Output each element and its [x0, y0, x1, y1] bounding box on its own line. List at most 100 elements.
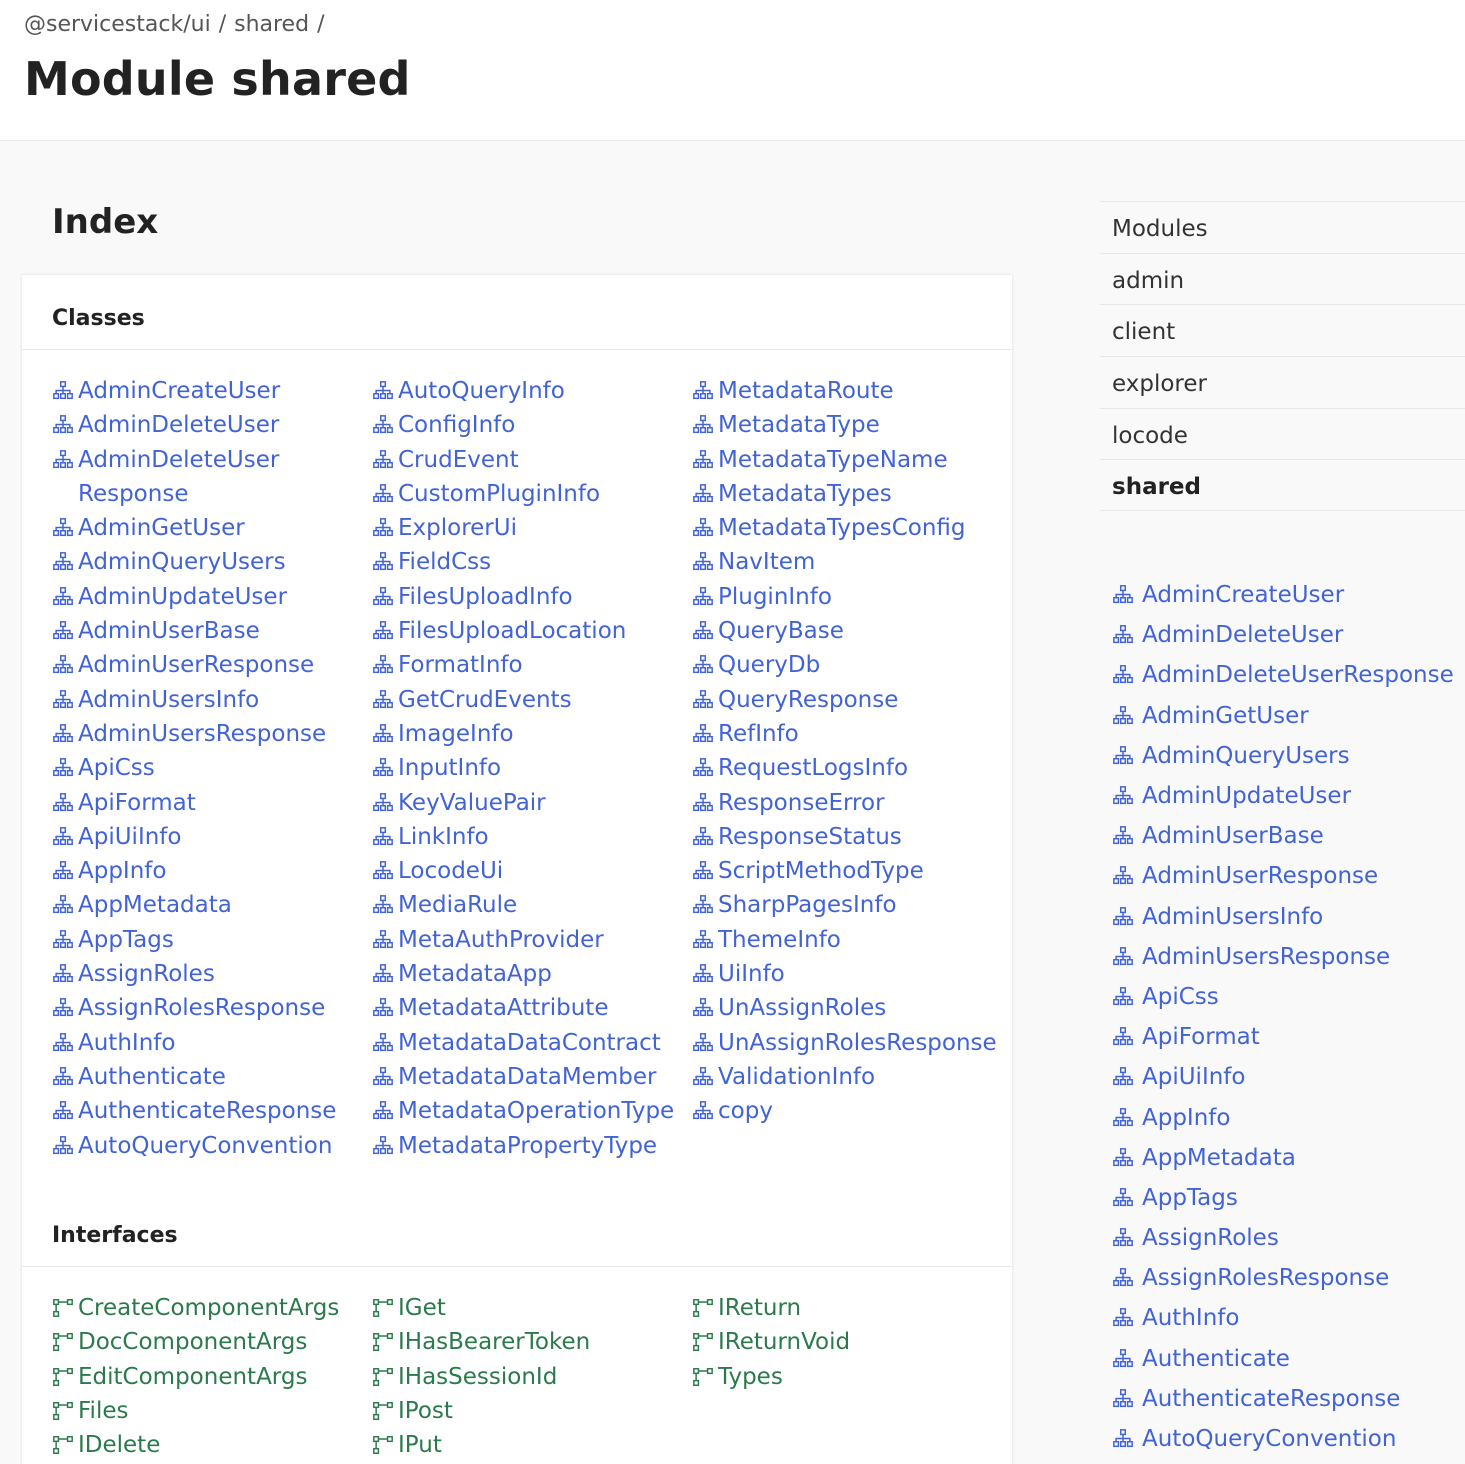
class-link-filesuploadinfo[interactable]: FilesUploadInfo — [372, 580, 682, 614]
class-link-uiinfo[interactable]: UiInfo — [692, 957, 1002, 991]
interface-link-doccomponentargs[interactable]: DocComponentArgs — [52, 1325, 362, 1359]
class-link-adminuserbase[interactable]: AdminUserBase — [52, 614, 362, 648]
class-link-requestlogsinfo[interactable]: RequestLogsInfo — [692, 751, 1002, 785]
sidebar-class-link-authenticate[interactable]: Authenticate — [1112, 1339, 1465, 1379]
class-link-filesuploadlocation[interactable]: FilesUploadLocation — [372, 614, 682, 648]
class-link-metadatadatacontract[interactable]: MetadataDataContract — [372, 1026, 682, 1060]
class-link-metadatatypes[interactable]: MetadataTypes — [692, 477, 1002, 511]
class-link-apicss[interactable]: ApiCss — [52, 751, 362, 785]
class-link-crudevent[interactable]: CrudEvent — [372, 443, 682, 477]
class-link-linkinfo[interactable]: LinkInfo — [372, 820, 682, 854]
breadcrumb-link-package[interactable]: @servicestack/ui — [24, 12, 211, 37]
class-link-formatinfo[interactable]: FormatInfo — [372, 648, 682, 682]
class-link-metaauthprovider[interactable]: MetaAuthProvider — [372, 923, 682, 957]
class-link-responsestatus[interactable]: ResponseStatus — [692, 820, 1002, 854]
class-link-navitem[interactable]: NavItem — [692, 545, 1002, 579]
interface-link-createcomponentargs[interactable]: CreateComponentArgs — [52, 1291, 362, 1325]
class-link-sharppagesinfo[interactable]: SharpPagesInfo — [692, 888, 1002, 922]
modules-nav-item-shared[interactable]: shared — [1100, 459, 1465, 512]
class-link-autoqueryinfo[interactable]: AutoQueryInfo — [372, 374, 682, 408]
class-link-validationinfo[interactable]: ValidationInfo — [692, 1060, 1002, 1094]
sidebar-class-link-autoqueryconvention[interactable]: AutoQueryConvention — [1112, 1419, 1465, 1459]
modules-nav-item-client[interactable]: client — [1100, 304, 1465, 356]
class-link-imageinfo[interactable]: ImageInfo — [372, 717, 682, 751]
class-link-authenticate[interactable]: Authenticate — [52, 1060, 362, 1094]
sidebar-class-link-apicss[interactable]: ApiCss — [1112, 977, 1465, 1017]
interface-link-editcomponentargs[interactable]: EditComponentArgs — [52, 1360, 362, 1394]
class-link-apiuiinfo[interactable]: ApiUiInfo — [52, 820, 362, 854]
class-link-autoqueryconvention[interactable]: AutoQueryConvention — [52, 1129, 362, 1163]
modules-nav-item-modules[interactable]: Modules — [1100, 201, 1465, 253]
class-link-getcrudevents[interactable]: GetCrudEvents — [372, 683, 682, 717]
sidebar-class-link-admincreateuser[interactable]: AdminCreateUser — [1112, 575, 1465, 615]
class-link-admincreateuser[interactable]: AdminCreateUser — [52, 374, 362, 408]
class-link-themeinfo[interactable]: ThemeInfo — [692, 923, 1002, 957]
class-link-metadataapp[interactable]: MetadataApp — [372, 957, 682, 991]
sidebar-class-link-admingetuser[interactable]: AdminGetUser — [1112, 696, 1465, 736]
interface-link-ipost[interactable]: IPost — [372, 1394, 682, 1428]
modules-nav-item-admin[interactable]: admin — [1100, 252, 1465, 305]
interface-link-ihasbearertoken[interactable]: IHasBearerToken — [372, 1325, 682, 1359]
class-link-metadataoperationtype[interactable]: MetadataOperationType — [372, 1094, 682, 1128]
class-link-unassignroles[interactable]: UnAssignRoles — [692, 991, 1002, 1025]
class-link-locodeui[interactable]: LocodeUi — [372, 854, 682, 888]
class-link-scriptmethodtype[interactable]: ScriptMethodType — [692, 854, 1002, 888]
sidebar-class-link-assignrolesresponse[interactable]: AssignRolesResponse — [1112, 1258, 1465, 1298]
sidebar-class-link-admindeleteuserresponse[interactable]: AdminDeleteUserResponse — [1112, 655, 1465, 695]
sidebar-class-link-adminusersinfo[interactable]: AdminUsersInfo — [1112, 897, 1465, 937]
class-link-responseerror[interactable]: ResponseError — [692, 786, 1002, 820]
class-link-fieldcss[interactable]: FieldCss — [372, 545, 682, 579]
breadcrumb-link-module[interactable]: shared — [234, 12, 309, 37]
class-link-assignroles[interactable]: AssignRoles — [52, 957, 362, 991]
class-link-adminuserresponse[interactable]: AdminUserResponse — [52, 648, 362, 682]
class-link-adminqueryusers[interactable]: AdminQueryUsers — [52, 545, 362, 579]
class-link-appmetadata[interactable]: AppMetadata — [52, 888, 362, 922]
class-link-metadatatypename[interactable]: MetadataTypeName — [692, 443, 1002, 477]
class-link-metadataattribute[interactable]: MetadataAttribute — [372, 991, 682, 1025]
class-link-refinfo[interactable]: RefInfo — [692, 717, 1002, 751]
sidebar-class-link-adminusersresponse[interactable]: AdminUsersResponse — [1112, 937, 1465, 977]
interface-link-iput[interactable]: IPut — [372, 1428, 682, 1462]
sidebar-class-link-adminuserbase[interactable]: AdminUserBase — [1112, 816, 1465, 856]
sidebar-class-link-apptags[interactable]: AppTags — [1112, 1178, 1465, 1218]
sidebar-class-link-authinfo[interactable]: AuthInfo — [1112, 1298, 1465, 1338]
class-link-configinfo[interactable]: ConfigInfo — [372, 408, 682, 442]
class-link-assignrolesresponse[interactable]: AssignRolesResponse — [52, 991, 362, 1025]
class-link-adminusersresponse[interactable]: AdminUsersResponse — [52, 717, 362, 751]
sidebar-class-link-appinfo[interactable]: AppInfo — [1112, 1097, 1465, 1137]
sidebar-class-link-admindeleteuser[interactable]: AdminDeleteUser — [1112, 615, 1465, 655]
class-link-unassignrolesresponse[interactable]: UnAssignRolesResponse — [692, 1026, 1002, 1060]
class-link-copy[interactable]: copy — [692, 1094, 1002, 1128]
class-link-authenticateresponse[interactable]: AuthenticateResponse — [52, 1094, 362, 1128]
modules-nav-item-locode[interactable]: locode — [1100, 407, 1465, 460]
sidebar-class-link-assignroles[interactable]: AssignRoles — [1112, 1218, 1465, 1258]
class-link-metadatadatamember[interactable]: MetadataDataMember — [372, 1060, 682, 1094]
class-link-queryresponse[interactable]: QueryResponse — [692, 683, 1002, 717]
class-link-querydb[interactable]: QueryDb — [692, 648, 1002, 682]
interface-link-iget[interactable]: IGet — [372, 1291, 682, 1325]
modules-nav-item-explorer[interactable]: explorer — [1100, 356, 1465, 408]
sidebar-class-link-adminqueryusers[interactable]: AdminQueryUsers — [1112, 736, 1465, 776]
class-link-admingetuser[interactable]: AdminGetUser — [52, 511, 362, 545]
interface-link-ireturn[interactable]: IReturn — [692, 1291, 1002, 1325]
class-link-metadataroute[interactable]: MetadataRoute — [692, 374, 1002, 408]
class-link-adminupdateuser[interactable]: AdminUpdateUser — [52, 580, 362, 614]
sidebar-class-link-adminuserresponse[interactable]: AdminUserResponse — [1112, 856, 1465, 896]
class-link-appinfo[interactable]: AppInfo — [52, 854, 362, 888]
class-link-keyvaluepair[interactable]: KeyValuePair — [372, 786, 682, 820]
interface-link-idelete[interactable]: IDelete — [52, 1428, 362, 1462]
class-link-admindeleteuser[interactable]: AdminDeleteUser — [52, 408, 362, 442]
class-link-explorerui[interactable]: ExplorerUi — [372, 511, 682, 545]
class-link-apiformat[interactable]: ApiFormat — [52, 786, 362, 820]
class-link-querybase[interactable]: QueryBase — [692, 614, 1002, 648]
class-link-metadatatypesconfig[interactable]: MetadataTypesConfig — [692, 511, 1002, 545]
interface-link-ihassessionid[interactable]: IHasSessionId — [372, 1360, 682, 1394]
interface-link-ireturnvoid[interactable]: IReturnVoid — [692, 1325, 1002, 1359]
class-link-adminusersinfo[interactable]: AdminUsersInfo — [52, 683, 362, 717]
class-link-plugininfo[interactable]: PluginInfo — [692, 580, 1002, 614]
interface-link-types[interactable]: Types — [692, 1360, 1002, 1394]
sidebar-class-link-appmetadata[interactable]: AppMetadata — [1112, 1138, 1465, 1178]
class-link-authinfo[interactable]: AuthInfo — [52, 1026, 362, 1060]
class-link-inputinfo[interactable]: InputInfo — [372, 751, 682, 785]
class-link-mediarule[interactable]: MediaRule — [372, 888, 682, 922]
